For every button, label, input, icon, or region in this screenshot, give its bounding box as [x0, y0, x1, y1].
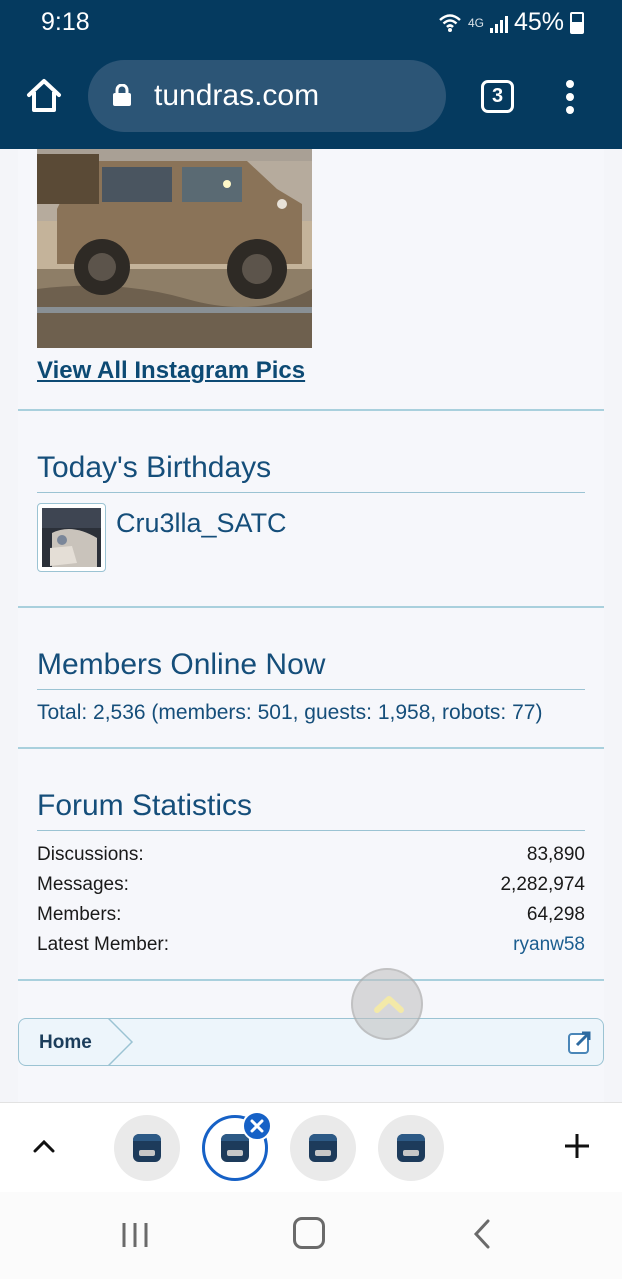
page-content: View All Instagram Pics Today's Birthday…	[0, 149, 622, 1102]
stat-row: Discussions: 83,890	[37, 844, 585, 874]
tab-thumbnail[interactable]	[378, 1115, 444, 1181]
url-row: tundras.com 3	[0, 58, 622, 134]
divider	[18, 409, 604, 411]
avatar[interactable]	[37, 503, 106, 572]
tab-strip	[0, 1102, 622, 1192]
tab-thumbnail[interactable]	[290, 1115, 356, 1181]
battery-percent: 45%	[513, 8, 564, 36]
title-rule	[37, 689, 585, 690]
members-online-title: Members Online Now	[37, 648, 326, 681]
chevron-up-icon	[374, 996, 404, 1013]
lock-icon	[113, 84, 131, 106]
chevron-up-icon[interactable]	[30, 1133, 58, 1161]
stat-value: 83,890	[526, 844, 585, 865]
signal-icon	[489, 13, 508, 33]
back-icon[interactable]	[470, 1218, 494, 1250]
status-bar: 9:18 4G 45%	[0, 0, 622, 48]
network-type: 4G	[467, 15, 484, 30]
forum-statistics-list: Discussions: 83,890 Messages: 2,282,974 …	[37, 844, 585, 964]
home-icon[interactable]	[24, 76, 64, 116]
divider	[18, 606, 604, 608]
stat-label: Members:	[37, 904, 122, 925]
title-rule	[37, 830, 585, 831]
latest-member-link[interactable]: ryanw58	[513, 934, 585, 964]
members-online-total: Total: 2,536 (members: 501, guests: 1,95…	[37, 701, 543, 724]
stat-row: Latest Member: ryanw58	[37, 934, 585, 964]
system-nav-bar	[0, 1192, 622, 1279]
divider	[18, 747, 604, 749]
status-time: 9:18	[41, 8, 90, 36]
breadcrumb: Home	[18, 1018, 604, 1066]
status-icons: 4G 45%	[438, 8, 584, 37]
view-instagram-link[interactable]: View All Instagram Pics	[37, 357, 305, 385]
instagram-photo[interactable]	[37, 149, 312, 348]
stat-value: 64,298	[526, 904, 585, 925]
address-bar[interactable]: tundras.com	[88, 60, 446, 132]
stat-label: Messages:	[37, 874, 129, 895]
tab-thumbnail[interactable]	[114, 1115, 180, 1181]
tab-switcher-button[interactable]: 3	[481, 80, 514, 113]
stat-label: Latest Member:	[37, 934, 169, 955]
browser-toolbar: 9:18 4G 45% tundras.com 3	[0, 0, 622, 149]
external-link-icon[interactable]	[567, 1029, 593, 1055]
plus-icon[interactable]	[562, 1131, 592, 1161]
stat-row: Members: 64,298	[37, 904, 585, 934]
title-rule	[37, 492, 585, 493]
site-favicon	[397, 1134, 425, 1162]
home-nav-icon[interactable]	[293, 1217, 325, 1249]
forum-statistics-title: Forum Statistics	[37, 789, 253, 822]
divider	[18, 979, 604, 981]
site-favicon	[133, 1134, 161, 1162]
birthdays-title: Today's Birthdays	[37, 451, 272, 484]
stat-row: Messages: 2,282,974	[37, 874, 585, 904]
birthday-member-link[interactable]: Cru3lla_SATC	[116, 508, 287, 539]
stat-label: Discussions:	[37, 844, 144, 865]
scroll-to-top-button[interactable]	[351, 968, 423, 1040]
more-vert-icon[interactable]	[562, 80, 578, 114]
url-text: tundras.com	[154, 79, 320, 112]
recent-apps-icon[interactable]	[120, 1220, 150, 1250]
battery-icon	[570, 11, 584, 34]
site-favicon	[309, 1134, 337, 1162]
breadcrumb-separator	[108, 1019, 134, 1065]
wifi-icon	[439, 13, 461, 32]
close-icon[interactable]	[242, 1111, 272, 1141]
breadcrumb-home-link[interactable]: Home	[39, 1032, 92, 1054]
stat-value: 2,282,974	[500, 874, 585, 895]
